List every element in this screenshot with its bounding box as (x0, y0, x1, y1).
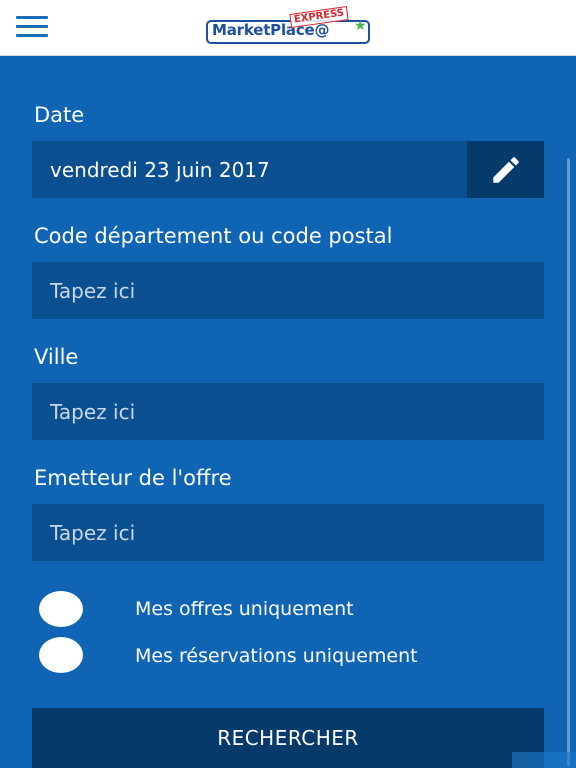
my-offers-label: Mes offres uniquement (135, 598, 354, 620)
corner-decoration (512, 752, 576, 768)
my-offers-toggle[interactable] (39, 591, 83, 627)
menu-bar-middle (16, 25, 48, 28)
hamburger-menu-icon[interactable] (16, 16, 48, 38)
my-reservations-toggle[interactable] (39, 637, 83, 673)
date-field[interactable]: vendredi 23 juin 2017 (32, 141, 467, 198)
logo-star-icon: ★ (354, 18, 367, 34)
city-label: Ville (34, 345, 79, 369)
date-label: Date (34, 103, 85, 127)
menu-bar-top (16, 16, 48, 19)
issuer-input[interactable]: Tapez ici (32, 504, 544, 561)
scrollbar[interactable] (567, 158, 570, 766)
app-header: MarketPlace@ EXPRESS ★ (0, 0, 576, 56)
edit-date-button[interactable] (467, 141, 544, 198)
postal-code-input[interactable]: Tapez ici (32, 262, 544, 319)
search-button[interactable]: RECHERCHER (32, 708, 544, 768)
my-reservations-label: Mes réservations uniquement (135, 645, 418, 667)
issuer-label: Emetteur de l'offre (34, 466, 232, 490)
postal-code-label: Code département ou code postal (34, 224, 393, 248)
menu-bar-bottom (16, 34, 48, 37)
marketplace-logo: MarketPlace@ EXPRESS ★ (206, 6, 372, 46)
city-input[interactable]: Tapez ici (32, 383, 544, 440)
pencil-icon (492, 156, 519, 183)
